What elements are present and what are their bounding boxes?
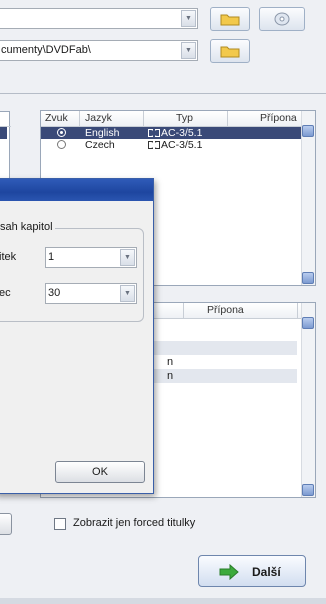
forced-subtitles-label: Zobrazit jen forced titulky (73, 517, 196, 529)
radio-icon[interactable] (57, 140, 66, 149)
output-path-value: cumenty\DVDFab\ (1, 44, 91, 56)
chapter-split-dialog: sah kapitol itek 1 ▼ ec 30 ▼ OK (0, 178, 154, 494)
audio-language: English (85, 127, 120, 139)
audio-header: Zvuk Jazyk Typ Přípona (41, 111, 315, 127)
folder-icon (220, 46, 240, 58)
scroll-down-button[interactable] (302, 272, 314, 284)
header-pripona[interactable]: Přípona (207, 304, 244, 316)
next-button-label: Další (252, 565, 281, 579)
browse-folder-button[interactable] (210, 7, 250, 31)
disc-drive-icon (274, 12, 290, 26)
top-panel: ▼ cumenty\DVDFab\ ▼ (0, 0, 326, 94)
end-chapter-value: 30 (48, 287, 61, 299)
source-combo[interactable]: ▼ (0, 8, 198, 29)
end-chapter-select[interactable]: 30 ▼ (45, 283, 137, 304)
header-typ[interactable]: Typ (176, 112, 193, 124)
output-folder-button[interactable] (210, 39, 250, 63)
audio-row[interactable]: English AC-3/5.1 (41, 127, 303, 139)
audio-type: AC-3/5.1 (161, 127, 203, 139)
disc-button[interactable] (259, 7, 305, 31)
audio-type: AC-3/5.1 (161, 139, 203, 151)
subtitle-scrollbar[interactable] (301, 303, 315, 497)
audio-scrollbar[interactable] (301, 111, 315, 285)
next-button[interactable]: Další (198, 555, 306, 587)
folder-icon (220, 14, 240, 26)
scroll-down-button[interactable] (302, 484, 314, 496)
title-list-header (0, 112, 11, 127)
chapter-content-group: sah kapitol (0, 221, 144, 322)
dialog-titlebar[interactable] (0, 179, 153, 201)
bottom-edge (0, 598, 326, 604)
dolby-icon (148, 129, 160, 137)
chevron-down-icon[interactable]: ▼ (120, 285, 135, 302)
start-chapter-value: 1 (48, 251, 55, 263)
output-path-combo[interactable]: cumenty\DVDFab\ ▼ (0, 40, 198, 61)
ok-button[interactable]: OK (55, 461, 145, 483)
forced-subtitles-checkbox[interactable] (54, 518, 66, 530)
audio-row[interactable]: Czech AC-3/5.1 (41, 139, 303, 151)
audio-language: Czech (85, 139, 115, 151)
title-list-selected-row (0, 127, 7, 139)
start-chapter-select[interactable]: 1 ▼ (45, 247, 137, 268)
arrow-right-icon (219, 564, 239, 580)
scroll-up-button[interactable] (302, 317, 314, 329)
radio-selected-icon[interactable] (57, 128, 66, 137)
left-button-fragment[interactable] (0, 513, 12, 535)
divider (0, 93, 326, 94)
end-chapter-label: ec (0, 287, 11, 299)
chevron-down-icon[interactable]: ▼ (181, 10, 196, 27)
header-zvuk[interactable]: Zvuk (45, 112, 68, 124)
scroll-up-button[interactable] (302, 125, 314, 137)
start-chapter-label: itek (0, 251, 17, 263)
group-label: sah kapitol (0, 221, 55, 233)
chevron-down-icon[interactable]: ▼ (181, 42, 196, 59)
dolby-icon (148, 141, 160, 149)
header-jazyk[interactable]: Jazyk (85, 112, 112, 124)
chevron-down-icon[interactable]: ▼ (120, 249, 135, 266)
header-pripona[interactable]: Přípona (260, 112, 297, 124)
